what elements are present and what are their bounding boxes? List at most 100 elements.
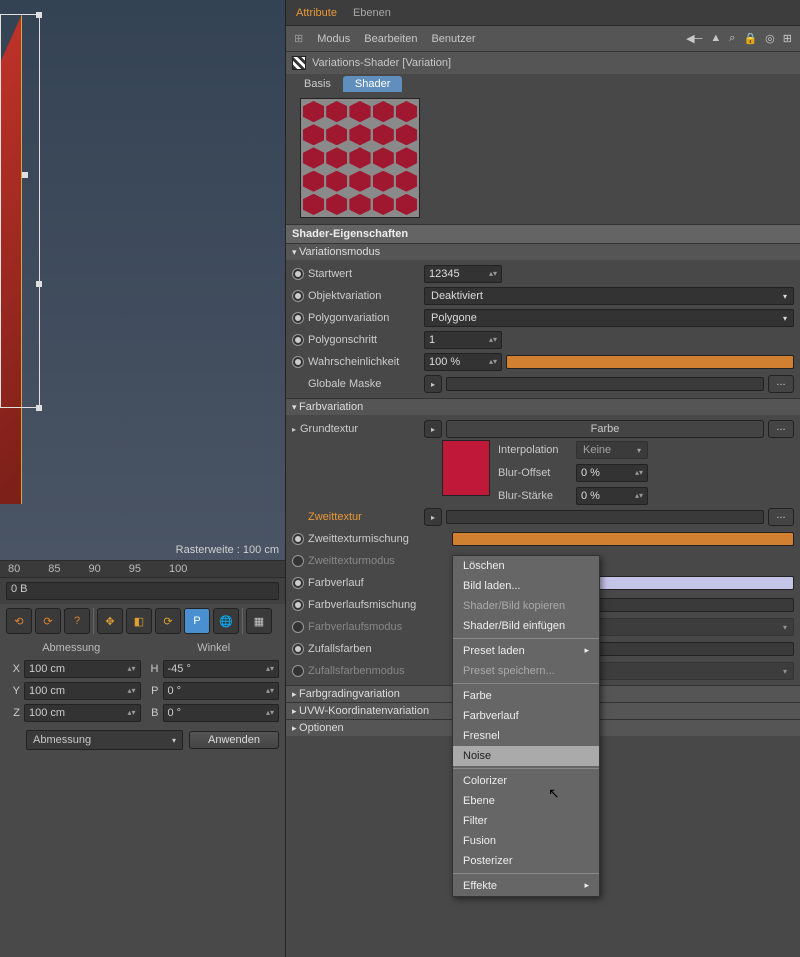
input-wahrscheinlichkeit[interactable]: 100 %▴▾	[424, 353, 502, 371]
separator	[93, 608, 94, 634]
dropdown-polygonvariation[interactable]: Polygone▾	[424, 309, 794, 327]
menu-item-farbe[interactable]: Farbe	[453, 686, 599, 706]
menu-item-fresnel[interactable]: Fresnel	[453, 726, 599, 746]
color-swatch[interactable]	[442, 440, 490, 496]
menu-item-preset-laden[interactable]: Preset laden	[453, 641, 599, 661]
world-tool-icon[interactable]: 🌐	[213, 608, 239, 634]
input-polygonschritt[interactable]: 1▴▾	[424, 331, 502, 349]
axis-tool-icon[interactable]: P	[184, 608, 210, 634]
subtab-shader[interactable]: Shader	[343, 76, 402, 92]
label-zweittexturmodus: Zweittexturmodus	[308, 555, 448, 567]
label-polygonvariation: Polygonvariation	[308, 312, 420, 324]
nav-up-icon[interactable]: ▲	[710, 32, 721, 45]
menu-modus[interactable]: Modus	[317, 33, 350, 45]
radio-polygonvariation[interactable]	[292, 312, 304, 324]
radio-objektvariation[interactable]	[292, 290, 304, 302]
menu-item-noise[interactable]: Noise	[453, 746, 599, 766]
radio-farbverlauf[interactable]	[292, 577, 304, 589]
menu-bearbeiten[interactable]: Bearbeiten	[364, 33, 417, 45]
b-angle-input[interactable]: 0 °▴▾	[163, 704, 280, 722]
radio-wahrscheinlichkeit[interactable]	[292, 356, 304, 368]
more-globale-maske[interactable]: ...	[768, 375, 794, 393]
menu-item-effekte[interactable]: Effekte	[453, 876, 599, 896]
menu-item-ebene[interactable]: Ebene	[453, 791, 599, 811]
slider-zweittexturmischung[interactable]	[452, 532, 794, 546]
menu-benutzer[interactable]: Benutzer	[431, 33, 475, 45]
menu-item-shader-einfuegen[interactable]: Shader/Bild einfügen	[453, 616, 599, 636]
more-grundtextur[interactable]: ...	[768, 420, 794, 438]
nav-back-icon[interactable]: ◀─	[686, 32, 702, 45]
menu-item-farbverlauf[interactable]: Farbverlauf	[453, 706, 599, 726]
p-angle-input[interactable]: 0 °▴▾	[163, 682, 280, 700]
menu-item-colorizer[interactable]: Colorizer	[453, 771, 599, 791]
slider-wahrscheinlichkeit[interactable]	[506, 355, 794, 369]
search-icon[interactable]: ⌕	[729, 32, 735, 45]
cursor-icon: ↖	[548, 785, 560, 802]
group-farbvariation[interactable]: Farbvariation	[286, 398, 800, 415]
expand-globale-maske[interactable]: ▸	[424, 375, 442, 393]
undo-icon[interactable]: ⟲	[6, 608, 32, 634]
mode-dropdown[interactable]: Abmessung▾	[26, 730, 183, 750]
timeline-ruler[interactable]: 80 85 90 95 100	[0, 561, 285, 578]
lock-icon[interactable]: 🔒	[743, 32, 757, 45]
menu-separator	[453, 768, 599, 769]
scale-tool-icon[interactable]: ◧	[126, 608, 152, 634]
expand-grundtextur[interactable]: ▸	[424, 420, 442, 438]
group-variationsmodus[interactable]: Variationsmodus	[286, 243, 800, 260]
more-zweittextur[interactable]: ...	[768, 508, 794, 526]
menu-item-fusion[interactable]: Fusion	[453, 831, 599, 851]
menu-item-bild-laden[interactable]: Bild laden...	[453, 576, 599, 596]
dropdown-interpolation[interactable]: Keine▾	[576, 441, 648, 459]
move-tool-icon[interactable]: ✥	[97, 608, 123, 634]
tab-ebenen[interactable]: Ebenen	[349, 4, 395, 25]
menu-item-loeschen[interactable]: Löschen	[453, 556, 599, 576]
apply-button[interactable]: Anwenden	[189, 731, 279, 749]
frame-field[interactable]: 0 B	[6, 582, 279, 600]
axis-p-label: P	[145, 685, 159, 697]
section-shader-props: Shader-Eigenschaften	[286, 224, 800, 243]
dropdown-objektvariation[interactable]: Deaktiviert▾	[424, 287, 794, 305]
field-zweittextur[interactable]	[446, 510, 764, 524]
handle[interactable]	[36, 12, 42, 18]
handle[interactable]	[22, 172, 28, 178]
button-grundtextur-farbe[interactable]: Farbe	[446, 420, 764, 438]
filmstrip-icon[interactable]: ▦	[246, 608, 272, 634]
expand-zweittextur[interactable]: ▸	[424, 508, 442, 526]
radio-zweitmodus[interactable]	[292, 555, 304, 567]
h-angle-input[interactable]: -45 °▴▾	[163, 660, 280, 678]
radio-zweitmischung[interactable]	[292, 533, 304, 545]
x-dimension-input[interactable]: 100 cm▴▾	[24, 660, 141, 678]
label-blur-offset: Blur-Offset	[498, 467, 572, 479]
redo-icon[interactable]: ⟳	[35, 608, 61, 634]
shader-preview[interactable]	[300, 98, 420, 218]
field-globale-maske[interactable]	[446, 377, 764, 391]
menu-item-posterizer[interactable]: Posterizer	[453, 851, 599, 871]
menu-item-filter[interactable]: Filter	[453, 811, 599, 831]
help-icon[interactable]: ?	[64, 608, 90, 634]
menu-item-preset-speichern[interactable]: Preset speichern...	[453, 661, 599, 681]
handle[interactable]	[36, 405, 42, 411]
object-title: Variations-Shader [Variation]	[312, 57, 451, 69]
rotate-tool-icon[interactable]: ⟳	[155, 608, 181, 634]
viewport-3d[interactable]: Rasterweite : 100 cm	[0, 0, 285, 560]
input-blur-offset[interactable]: 0 %▴▾	[576, 464, 648, 482]
tab-attribute[interactable]: Attribute	[292, 4, 341, 25]
menu-item-shader-kopieren[interactable]: Shader/Bild kopieren	[453, 596, 599, 616]
radio-zufallsfarben[interactable]	[292, 643, 304, 655]
radio-startwert[interactable]	[292, 268, 304, 280]
radio-zufallsfarbenmodus[interactable]	[292, 665, 304, 677]
new-window-icon[interactable]: ⊞	[783, 32, 792, 45]
menu-separator	[453, 683, 599, 684]
subtab-basis[interactable]: Basis	[292, 76, 343, 92]
handle[interactable]	[36, 281, 42, 287]
input-blur-staerke[interactable]: 0 %▴▾	[576, 487, 648, 505]
col-angle: Winkel	[143, 642, 286, 654]
z-dimension-input[interactable]: 100 cm▴▾	[24, 704, 141, 722]
radio-polygonschritt[interactable]	[292, 334, 304, 346]
y-dimension-input[interactable]: 100 cm▴▾	[24, 682, 141, 700]
target-icon[interactable]: ◎	[765, 32, 775, 45]
radio-farbverlaufsmodus[interactable]	[292, 621, 304, 633]
radio-farbverlaufsmischung[interactable]	[292, 599, 304, 611]
input-startwert[interactable]: 12345▴▾	[424, 265, 502, 283]
grid-icon[interactable]: ⊞	[294, 32, 303, 45]
